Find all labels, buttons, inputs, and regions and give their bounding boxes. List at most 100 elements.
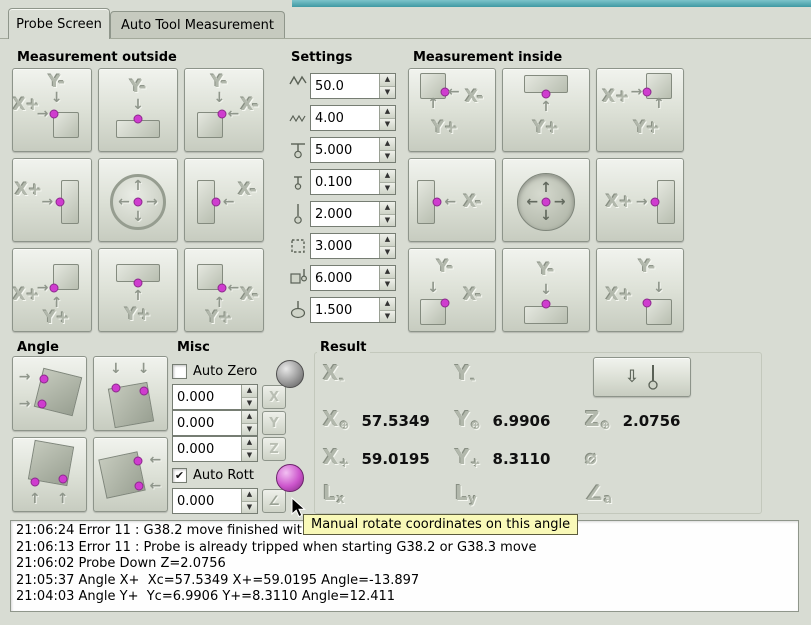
max-travel-spin-up-button[interactable]: ▲ [380, 138, 395, 151]
xy-clearance-spin-down-button[interactable]: ▼ [380, 278, 395, 290]
probe-contact-icon [133, 456, 143, 466]
probe-contact-icon [541, 197, 551, 207]
probe-outside-center-button[interactable]: ↑ ↓ ← → [98, 158, 178, 242]
offset-x-spin-down-button[interactable]: ▼ [242, 397, 257, 409]
probe-contact-icon [30, 477, 40, 487]
probe-inside-yp-button[interactable]: ↑ Y+ [502, 68, 590, 152]
axis-label: Y+ [206, 307, 233, 328]
max-travel-spin-down-button[interactable]: ▼ [380, 150, 395, 162]
set-y-button[interactable]: Y [262, 411, 286, 435]
probe-diameter-spin-down-button[interactable]: ▼ [380, 310, 395, 322]
probe-outside-xp-yp-button[interactable]: X+ → ↑ Y+ [12, 248, 92, 332]
probe-down-button[interactable]: ⇩ [593, 357, 691, 397]
search-feed-spin-down-button[interactable]: ▼ [380, 86, 395, 98]
xy-clearance-input[interactable] [311, 266, 379, 290]
probe-outside-xm-ym-button[interactable]: Y- ↓ X- ← [184, 68, 264, 152]
z-clearance-spin-down-button[interactable]: ▼ [380, 214, 395, 226]
rotate-angle-spin-down-button[interactable]: ▼ [242, 501, 257, 513]
rotate-angle-spin-up-button[interactable]: ▲ [242, 489, 257, 502]
measurement-outside-grid: Y- ↓ X+ → Y- ↓ Y- ↓ X- ← X+ → ↑ ↓ ← → X- ← X+ → ↑ Y+ ↑ Y+ ← X- ↑ Y+ [12, 68, 264, 332]
probe-contact-icon [55, 197, 65, 207]
offset-x-spin-up-button[interactable]: ▲ [242, 385, 257, 398]
probe-inside-xm-button[interactable]: ← X- [408, 158, 496, 242]
z-clearance-icon [286, 199, 310, 229]
arrow-right-icon: → [635, 193, 648, 210]
spinner-buttons: ▲ ▼ [379, 106, 395, 130]
arrow-right-icon: → [553, 193, 566, 210]
probe-diameter-spin-up-button[interactable]: ▲ [380, 298, 395, 311]
tab-auto-tool-measurement[interactable]: Auto Tool Measurement [110, 11, 285, 39]
xy-clearance-spin-up-button[interactable]: ▲ [380, 266, 395, 279]
probe-inside-xp-yp-button[interactable]: ↑ → X+ Y+ [596, 68, 684, 152]
probe-outside-xm-button[interactable]: X- ← [184, 158, 264, 242]
offset-z-spin-up-button[interactable]: ▲ [242, 437, 257, 450]
probe-diameter-input[interactable] [311, 298, 379, 322]
latch-return-input[interactable] [311, 170, 379, 194]
probe-inside-xp-button[interactable]: → X+ [596, 158, 684, 242]
angle-xp-button[interactable]: → → [12, 356, 87, 431]
probe-contact-icon [133, 197, 143, 207]
probe-feed-input[interactable] [311, 106, 379, 130]
z-clearance-input[interactable] [311, 202, 379, 226]
probe-outside-xp-ym-button[interactable]: Y- ↓ X+ → [12, 68, 92, 152]
rotate-coordinates-button[interactable]: ∠ [262, 489, 286, 513]
z-clearance-spin-up-button[interactable]: ▲ [380, 202, 395, 215]
axis-label: X+ [14, 180, 43, 201]
auto-rott-led [276, 464, 304, 492]
probe-inside-xm-yp-button[interactable]: ↑ ← X- Y+ [408, 68, 496, 152]
angle-title: Angle [14, 340, 62, 355]
probe-contact-icon [58, 474, 68, 484]
search-feed-spin-up-button[interactable]: ▲ [380, 74, 395, 87]
settings-title: Settings [288, 50, 356, 65]
latch-return-spin-down-button[interactable]: ▼ [380, 182, 395, 194]
edge-length-input[interactable] [311, 234, 379, 258]
rotate-angle-input[interactable] [173, 489, 241, 513]
set-x-button[interactable]: X [262, 385, 286, 409]
result-title: Result [317, 340, 370, 355]
offset-y-spin-up-button[interactable]: ▲ [242, 411, 257, 424]
probe-feed-spin-down-button[interactable]: ▼ [380, 118, 395, 130]
angle-ym-button[interactable]: ↓ ↓ [93, 356, 168, 431]
probe-inside-ym-button[interactable]: Y- ↓ [502, 248, 590, 332]
arrow-right-icon: → [18, 395, 31, 412]
result-label: X+ [323, 445, 350, 470]
offset-z-spin-down-button[interactable]: ▼ [242, 449, 257, 461]
arrow-left-icon: ← [526, 193, 539, 210]
probe-inside-xm-ym-button[interactable]: Y- ↓ X- [408, 248, 496, 332]
offset-x-input[interactable] [173, 385, 241, 409]
offset-y-input[interactable] [173, 411, 241, 435]
max-travel-input[interactable] [311, 138, 379, 162]
auto-zero-checkbox[interactable] [172, 363, 187, 379]
settings-panel: ▲▼▲▼▲▼▲▼▲▼▲▼▲▼▲▼ [286, 70, 396, 326]
probe-outside-xm-yp-button[interactable]: ← X- ↑ Y+ [184, 248, 264, 332]
offset-z-input[interactable] [173, 437, 241, 461]
probe-inside-center-button[interactable]: ↑ ↓ ← → [502, 158, 590, 242]
spinner-buttons: ▲ ▼ [379, 202, 395, 226]
probe-outside-ym-button[interactable]: Y- ↓ [98, 68, 178, 152]
angle-yp-button[interactable]: ↑ ↑ [12, 437, 87, 512]
edge-length-spin-up-button[interactable]: ▲ [380, 234, 395, 247]
latch-return-spin-up-button[interactable]: ▲ [380, 170, 395, 183]
result-label: Y- [455, 361, 476, 386]
max-travel-icon [286, 135, 310, 165]
arrow-up-icon: ↑ [540, 98, 552, 115]
axis-label: X- [238, 180, 257, 201]
tab-probe-screen[interactable]: Probe Screen [8, 8, 110, 39]
set-z-button[interactable]: Z [262, 437, 286, 461]
misc-title: Misc [174, 340, 213, 355]
probe-feed-spin-up-button[interactable]: ▲ [380, 106, 395, 119]
angle-xm-button[interactable]: ← ← [93, 437, 168, 512]
probe-inside-xp-ym-button[interactable]: Y- ↓ X+ [596, 248, 684, 332]
auto-rott-checkbox[interactable] [172, 467, 187, 483]
probe-outside-yp-button[interactable]: ↑ Y+ [98, 248, 178, 332]
edge-length-spin-down-button[interactable]: ▼ [380, 246, 395, 258]
offset-y-spin-down-button[interactable]: ▼ [242, 423, 257, 435]
probe-contact-icon [133, 278, 143, 288]
max-travel-row: ▲▼ [286, 134, 396, 166]
result-label: Ly [455, 481, 477, 506]
search-feed-input[interactable] [311, 74, 379, 98]
probe-outside-xp-button[interactable]: X+ → [12, 158, 92, 242]
misc-row: ▲▼ Z [172, 436, 306, 462]
arrow-down-icon: ↓ [653, 280, 665, 297]
result-label: Lx [323, 481, 345, 506]
